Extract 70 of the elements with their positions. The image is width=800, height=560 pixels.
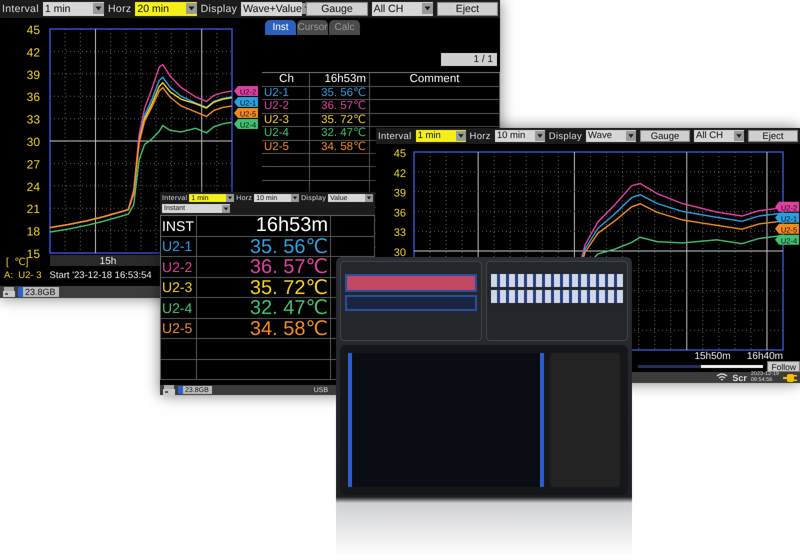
field-label: Interval — [378, 130, 412, 142]
channel-name: U2-1 — [162, 239, 192, 254]
toolbar-button[interactable]: Gauge — [640, 130, 690, 142]
toolbar-button[interactable]: Eject — [436, 2, 498, 16]
dropdown[interactable]: 10 min — [494, 130, 545, 142]
axis-tick-label: 39 — [394, 188, 406, 200]
temperature-value: 32. 47℃ — [197, 298, 331, 318]
follow-button[interactable]: Follow — [767, 360, 800, 372]
dropdown[interactable]: Wave — [586, 130, 636, 142]
column-header: 16h53m — [197, 216, 331, 236]
temperature-value: 34. 58℃ — [310, 140, 370, 153]
axis-tick-label: 24 — [26, 180, 40, 194]
column-header: Comment — [370, 73, 500, 86]
unit-label: [ ℃] — [6, 257, 28, 268]
axis-tick-label: 16h40m — [746, 351, 783, 360]
temperature-value: 35. 72℃ — [310, 114, 370, 126]
axis-tick-label: 45 — [394, 148, 406, 160]
axis-tick-label: 30 — [394, 247, 406, 259]
channel-name: U2-3 — [162, 280, 192, 294]
page-indicator: 1 / 1 — [441, 53, 497, 66]
temperature-value: 32. 47℃ — [310, 127, 370, 140]
axis-tick-label: 33 — [26, 112, 40, 127]
dropdown[interactable]: All CH — [372, 2, 433, 16]
field-label: Display — [200, 3, 238, 15]
dropdown[interactable]: 20 min — [135, 2, 197, 16]
temperature-value: 35. 72℃ — [197, 278, 331, 297]
dropdown[interactable]: 1 min — [42, 2, 104, 16]
temperature-value: 36. 57℃ — [197, 257, 331, 276]
axis-tick-label: 42 — [394, 168, 406, 180]
storage-indicator: 23.8GB — [18, 287, 59, 297]
axis-tick-label: 15h50m — [694, 351, 731, 360]
column-header: INST — [161, 216, 197, 236]
tab[interactable]: Inst — [265, 20, 296, 35]
temperature-value: 35. 56℃ — [310, 87, 370, 100]
field-label: Interval — [2, 3, 39, 15]
channel-name: U2-3 — [264, 114, 289, 126]
axis-tick-label: 15 — [26, 247, 40, 261]
channel-name: U2-2 — [162, 260, 192, 274]
axis-tick-label: 18 — [26, 224, 40, 239]
channel-name: U2-5 — [264, 142, 289, 154]
channel-name: U2-4 — [264, 128, 289, 140]
axis-tick-label: 33 — [394, 227, 406, 240]
axis-tick-label: 36 — [394, 207, 406, 220]
field-label: Horz — [470, 130, 491, 142]
dropdown[interactable]: 1 min — [416, 130, 466, 142]
temperature-value: 34. 58℃ — [197, 318, 331, 338]
axis-tick-label: 42 — [26, 45, 40, 60]
axis-tick-label: 27 — [26, 157, 40, 172]
channel-name: U2-2 — [264, 101, 289, 113]
axis-tick-label: 15h — [100, 256, 116, 267]
column-header: Ch — [262, 73, 310, 86]
axis-tick-label: 30 — [26, 135, 40, 149]
channel-name: U2-5 — [162, 321, 192, 336]
axis-tick-label: 45 — [26, 23, 40, 37]
temperature-value: 35. 56℃ — [197, 236, 331, 256]
axis-tick-label: 39 — [26, 68, 40, 82]
start-time-label: Start '23-12-18 16:53:54 — [50, 270, 152, 281]
field-label: Display — [548, 130, 582, 142]
temperature-value: 36. 57℃ — [310, 100, 370, 113]
axis-tick-label: 21 — [26, 202, 40, 216]
dropdown[interactable]: All CH — [694, 130, 744, 142]
cursor-channel-label: A: U2- 3 — [4, 270, 42, 281]
axis-tick-label: 36 — [26, 90, 40, 104]
field-label: Horz — [108, 3, 132, 15]
toolbar-button[interactable]: Eject — [748, 130, 798, 142]
column-header: 16h53m — [310, 73, 370, 86]
screen-label: Scr — [732, 372, 747, 382]
channel-name: U2-1 — [264, 88, 289, 100]
toolbar-button[interactable]: Gauge — [306, 2, 368, 16]
channel-name: U2-4 — [162, 300, 192, 315]
